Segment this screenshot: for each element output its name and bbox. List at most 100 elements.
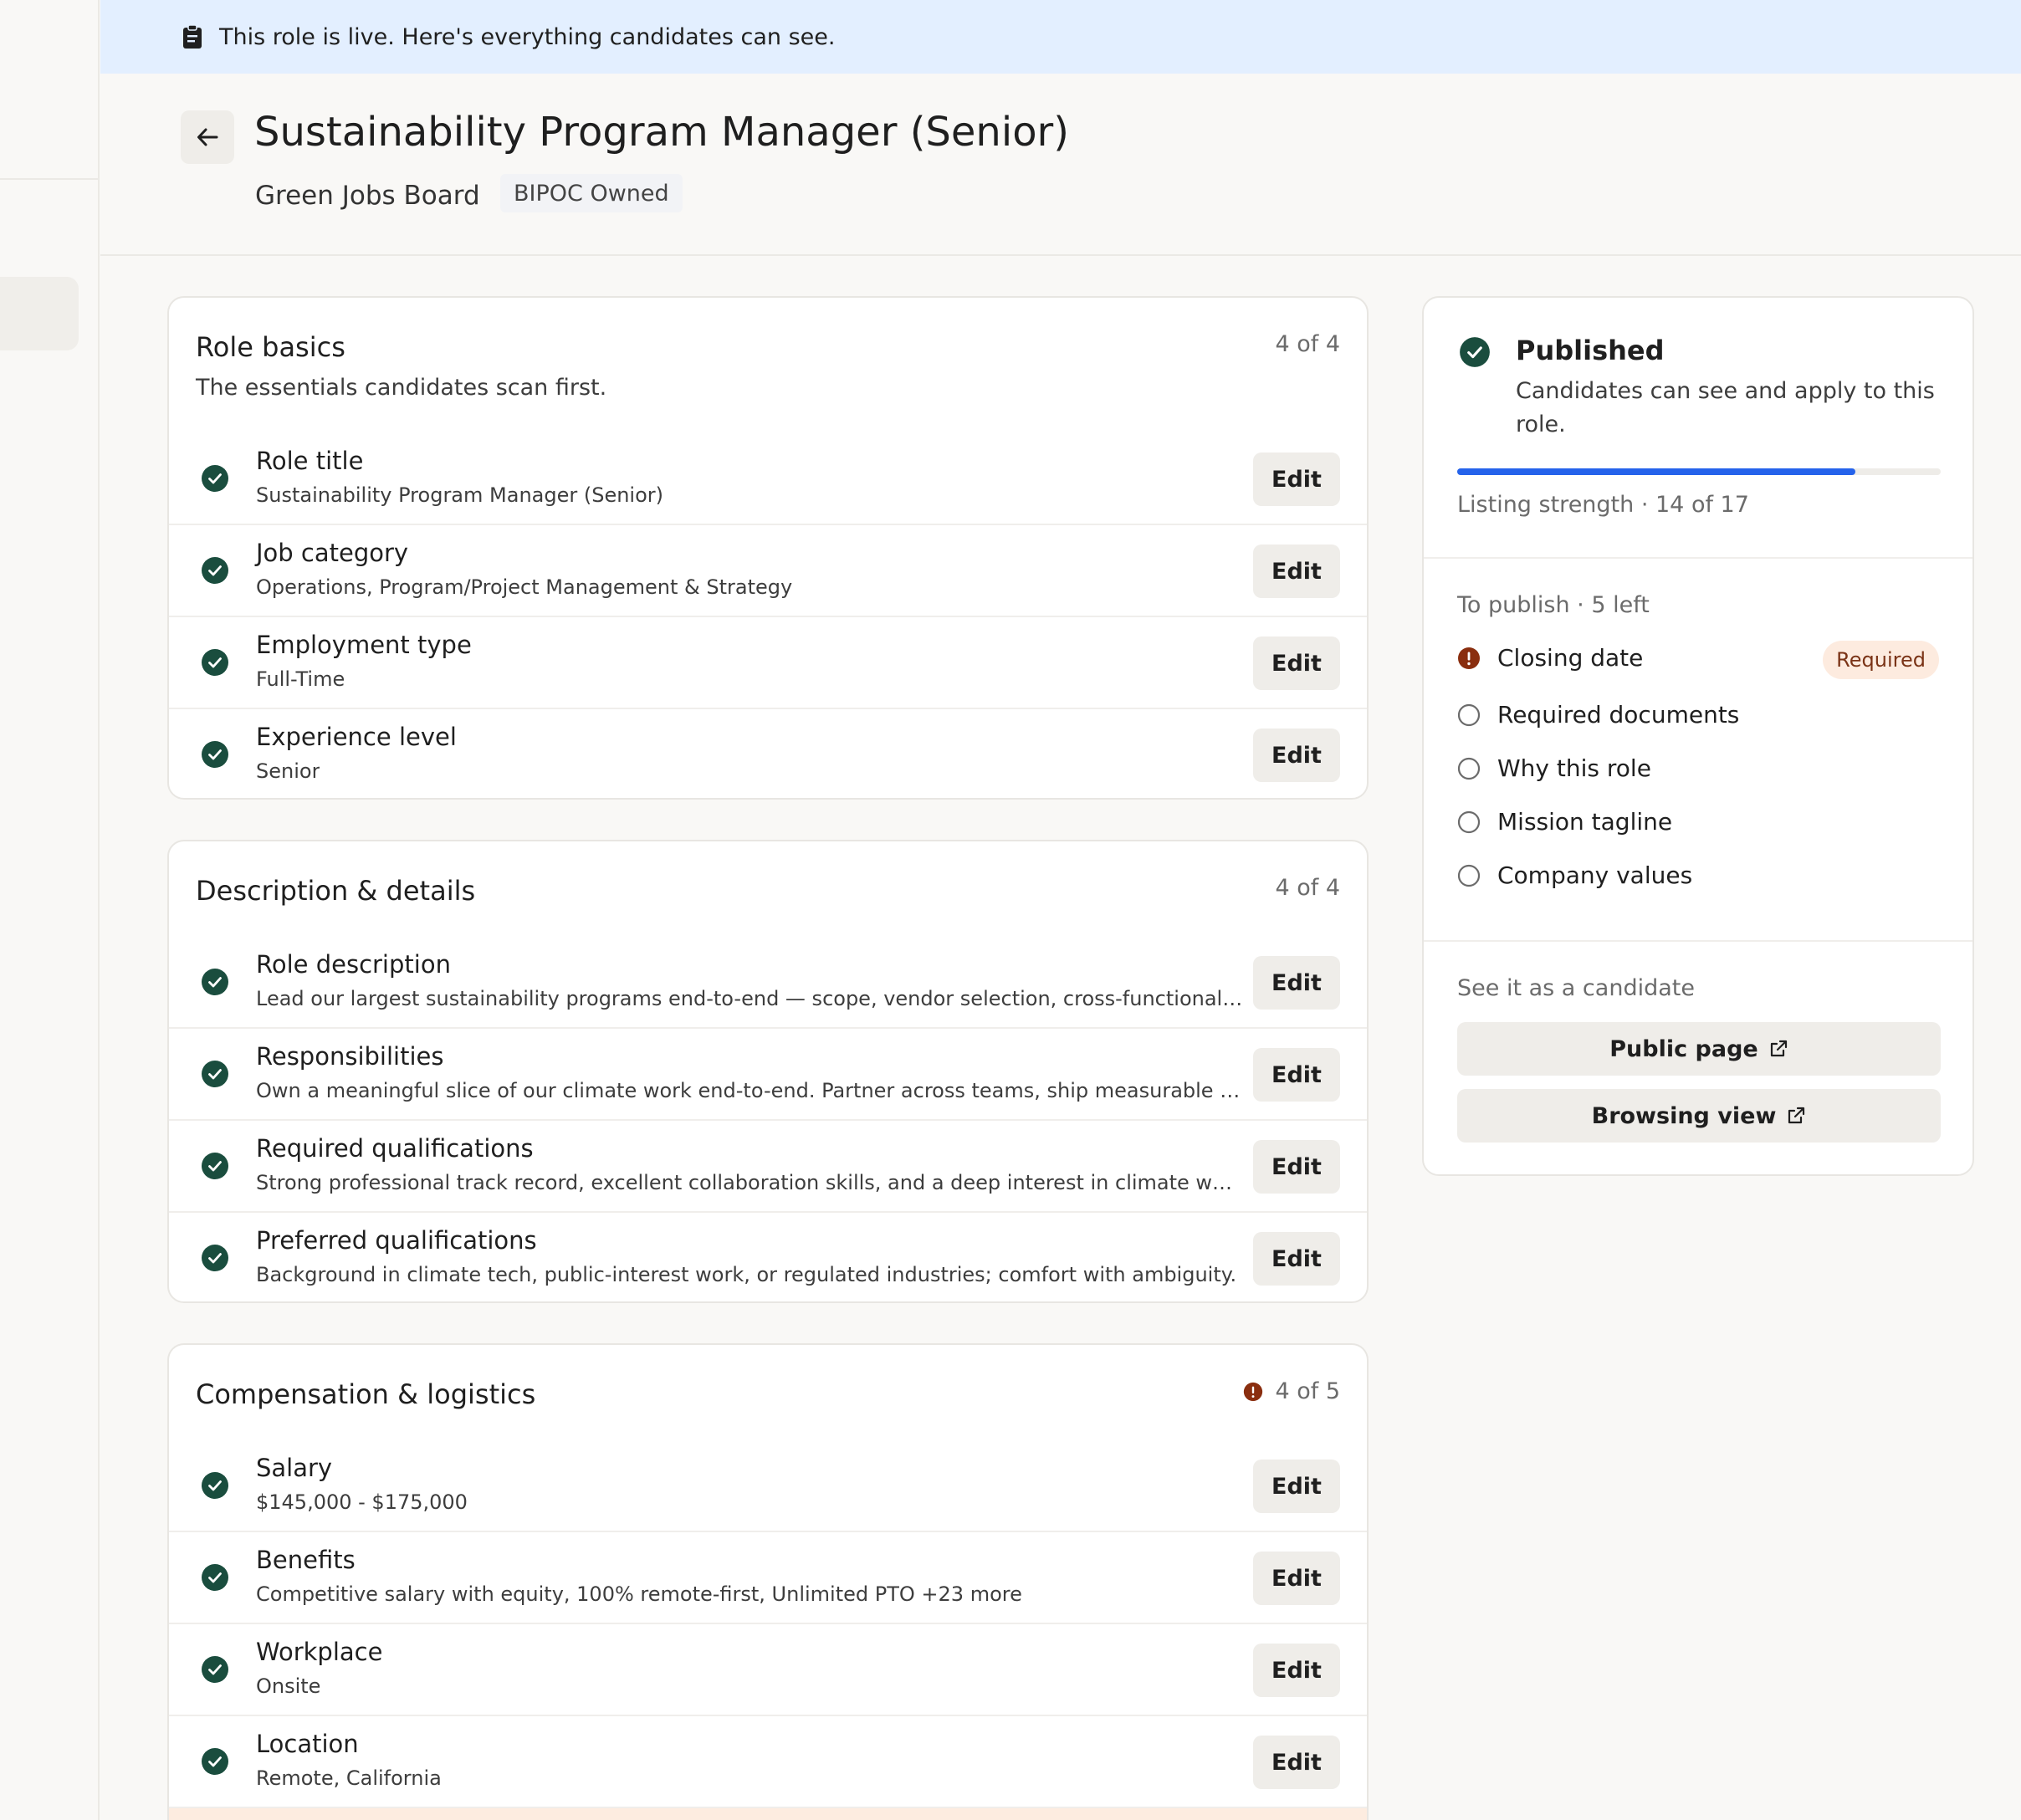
- check-circle-icon: [201, 464, 229, 493]
- empty-circle-icon: [1457, 757, 1481, 780]
- todo-item-mission-tagline[interactable]: Mission tagline: [1457, 808, 1672, 836]
- edit-button[interactable]: Edit: [1253, 1644, 1340, 1697]
- field-row-experience-level: Experience level Senior Edit: [169, 709, 1367, 798]
- empty-circle-icon: [1457, 864, 1481, 887]
- check-circle-icon: [201, 968, 229, 996]
- check-circle-icon: [201, 740, 229, 769]
- browsing-view-button[interactable]: Browsing view: [1457, 1089, 1941, 1143]
- card-title: Description & details: [196, 875, 476, 907]
- field-label: Employment type: [256, 631, 472, 659]
- field-label: Salary: [256, 1454, 333, 1482]
- field-row-salary: Salary $145,000 - $175,000 Edit: [169, 1440, 1367, 1532]
- card-title: Role basics: [196, 331, 345, 363]
- card-count: 4 of 4: [1275, 875, 1340, 901]
- public-page-button[interactable]: Public page: [1457, 1022, 1941, 1076]
- field-value: Onsite: [256, 1674, 321, 1698]
- sidebar-item-active[interactable]: [0, 277, 79, 350]
- edit-button[interactable]: Edit: [1253, 1140, 1340, 1194]
- check-circle-icon: [201, 1152, 229, 1180]
- field-label: Job category: [256, 539, 409, 567]
- card-title: Compensation & logistics: [196, 1378, 536, 1410]
- field-value: Competitive salary with equity, 100% rem…: [256, 1582, 1022, 1606]
- check-circle-icon: [201, 1244, 229, 1272]
- field-row-required-qualifications: Required qualifications Strong professio…: [169, 1121, 1367, 1213]
- edit-button[interactable]: Edit: [1253, 1736, 1340, 1789]
- field-value: Full-Time: [256, 667, 345, 691]
- edit-button[interactable]: Edit: [1253, 544, 1340, 598]
- check-circle-icon: [201, 1471, 229, 1500]
- field-row-role-description: Role description Lead our largest sustai…: [169, 937, 1367, 1029]
- field-value: Remote, California: [256, 1766, 442, 1790]
- arrow-left-icon: [197, 128, 218, 146]
- check-circle-icon: [201, 556, 229, 585]
- page-title: Sustainability Program Manager (Senior): [254, 109, 1070, 156]
- warning-icon: [1243, 1382, 1263, 1402]
- panel-divider: [1424, 557, 1972, 559]
- field-label: Benefits: [256, 1546, 356, 1574]
- field-value: Strong professional track record, excell…: [256, 1171, 1243, 1194]
- edit-button[interactable]: Edit: [1253, 452, 1340, 506]
- field-label: Role title: [256, 447, 364, 475]
- field-label: Preferred qualifications: [256, 1226, 537, 1255]
- to-publish-header: To publish · 5 left: [1457, 592, 1650, 618]
- todo-item-required-documents[interactable]: Required documents: [1457, 701, 1739, 729]
- field-row-responsibilities: Responsibilities Own a meaningful slice …: [169, 1029, 1367, 1121]
- field-row-job-category: Job category Operations, Program/Project…: [169, 525, 1367, 617]
- todo-item-company-values[interactable]: Company values: [1457, 861, 1692, 889]
- live-banner: This role is live. Here's everything can…: [100, 0, 2021, 74]
- todo-item-why-this-role[interactable]: Why this role: [1457, 754, 1651, 782]
- listing-strength-bar: [1457, 468, 1941, 475]
- field-row-benefits: Benefits Competitive salary with equity,…: [169, 1532, 1367, 1624]
- edit-button[interactable]: Edit: [1253, 729, 1340, 782]
- field-value: Lead our largest sustainability programs…: [256, 987, 1243, 1010]
- card-count: 4 of 5: [1243, 1378, 1340, 1404]
- page-header: Sustainability Program Manager (Senior) …: [100, 74, 2021, 256]
- check-circle-icon: [201, 648, 229, 677]
- empty-circle-icon: [1457, 810, 1481, 834]
- card-count: 4 of 4: [1275, 331, 1340, 357]
- field-row-role-title: Role title Sustainability Program Manage…: [169, 433, 1367, 525]
- status-title: Published: [1516, 335, 1665, 366]
- edit-button[interactable]: Edit: [1253, 1232, 1340, 1286]
- card-subtitle: The essentials candidates scan first.: [196, 375, 607, 401]
- listing-strength-label: Listing strength · 14 of 17: [1457, 492, 1749, 518]
- field-label: Experience level: [256, 723, 457, 751]
- banner-text: This role is live. Here's everything can…: [219, 23, 836, 50]
- field-row-employment-type: Employment type Full-Time Edit: [169, 617, 1367, 709]
- status-panel: Published Candidates can see and apply t…: [1422, 296, 1974, 1176]
- field-value: Senior: [256, 759, 320, 783]
- field-label: Required qualifications: [256, 1134, 534, 1163]
- field-label: Role description: [256, 950, 451, 979]
- check-circle-icon: [201, 1747, 229, 1776]
- field-label: Location: [256, 1730, 359, 1758]
- description-card: Description & details 4 of 4 Role descri…: [167, 840, 1369, 1303]
- edit-button[interactable]: Edit: [1253, 1048, 1340, 1102]
- edit-button[interactable]: Edit: [1253, 956, 1340, 1010]
- check-circle-icon: [201, 1655, 229, 1684]
- sidebar-divider: [0, 178, 99, 180]
- field-label: Workplace: [256, 1638, 383, 1666]
- org-badge: BIPOC Owned: [500, 174, 683, 212]
- edit-button[interactable]: Edit: [1253, 1552, 1340, 1605]
- empty-circle-icon: [1457, 703, 1481, 727]
- back-button[interactable]: [181, 110, 234, 164]
- field-value: Own a meaningful slice of our climate wo…: [256, 1079, 1243, 1102]
- field-value: $145,000 - $175,000: [256, 1490, 468, 1514]
- org-name: Green Jobs Board: [255, 181, 480, 211]
- clipboard-icon: [183, 24, 202, 49]
- panel-divider: [1424, 940, 1972, 942]
- check-circle-icon: [1459, 336, 1491, 368]
- field-value: Operations, Program/Project Management &…: [256, 575, 793, 599]
- field-value: Background in climate tech, public-inter…: [256, 1263, 1237, 1286]
- check-circle-icon: [201, 1563, 229, 1592]
- edit-button[interactable]: Edit: [1253, 1460, 1340, 1513]
- todo-item-closing-date[interactable]: Closing date: [1457, 644, 1643, 672]
- check-circle-icon: [201, 1060, 229, 1088]
- see-as-candidate-header: See it as a candidate: [1457, 975, 1695, 1001]
- external-link-icon: [1768, 1039, 1788, 1059]
- edit-button[interactable]: Edit: [1253, 636, 1340, 690]
- external-link-icon: [1786, 1106, 1806, 1126]
- incomplete-row-highlight: [169, 1808, 1367, 1820]
- status-description: Candidates can see and apply to this rol…: [1516, 378, 1935, 437]
- field-row-preferred-qualifications: Preferred qualifications Background in c…: [169, 1213, 1367, 1301]
